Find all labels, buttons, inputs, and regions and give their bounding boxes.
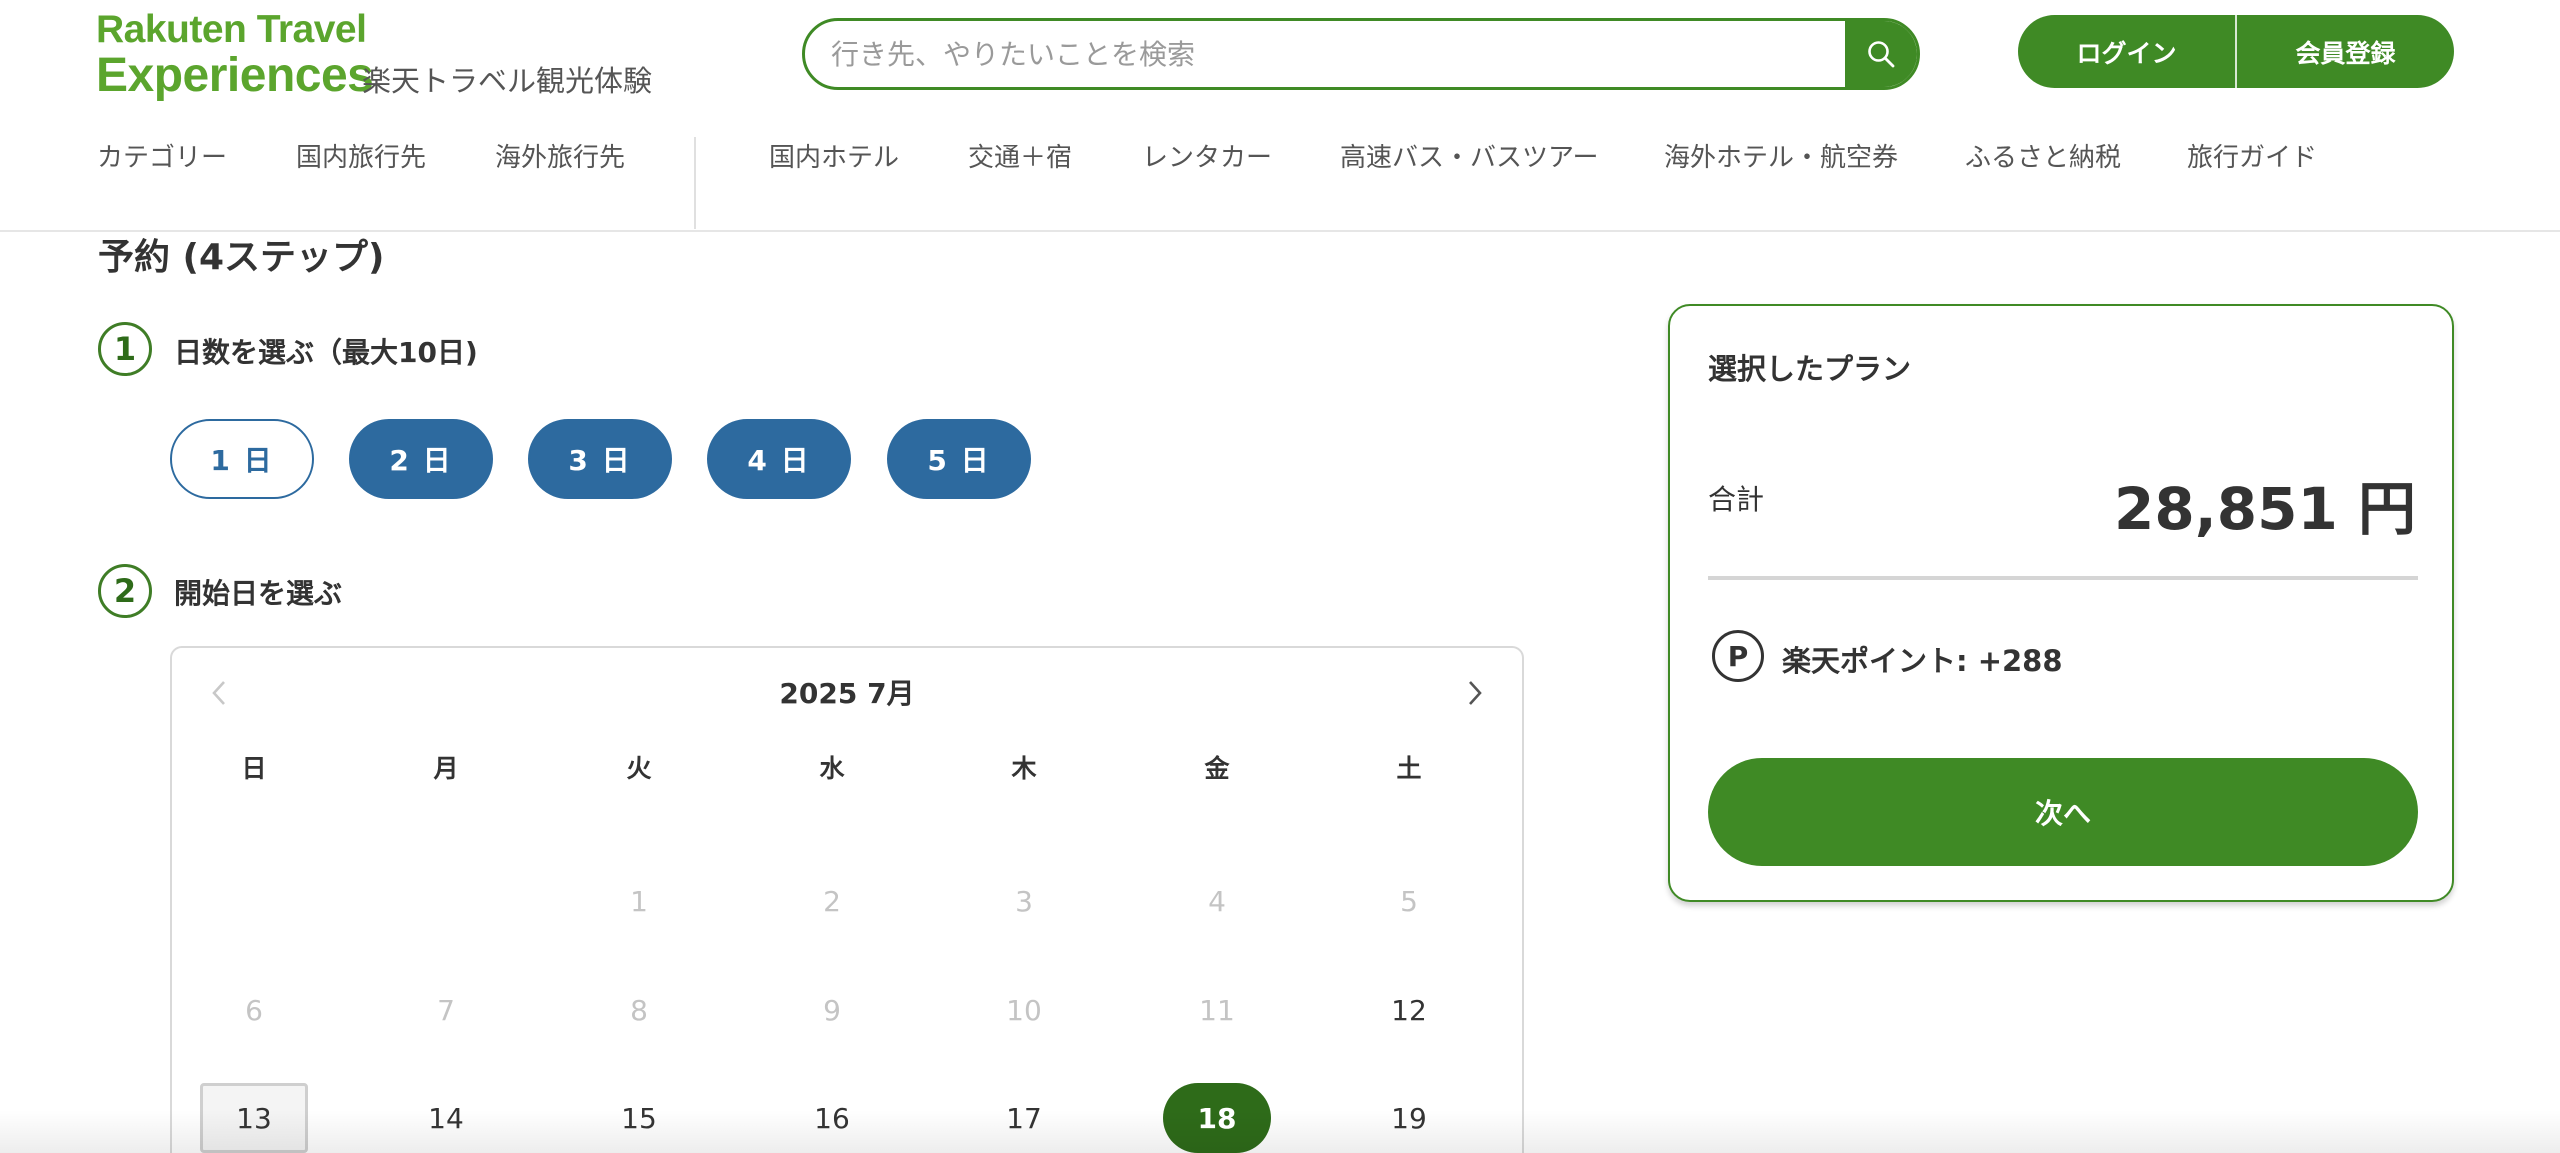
calendar-day-8: 8 [585,975,693,1045]
step-1-label: 日数を選ぶ（最大10日) [174,336,478,369]
search-input[interactable] [805,21,1847,87]
search-button[interactable] [1845,21,1917,87]
calendar-month-label: 2025 7月 [779,677,915,710]
calendar-day-6: 6 [200,975,308,1045]
calendar-day-7: 7 [392,975,500,1045]
calendar-day-11: 11 [1163,975,1271,1045]
next-button[interactable]: 次へ [1708,758,2418,866]
calendar-day-number: 17 [1006,1101,1042,1135]
logo-line2: Experiences [96,49,374,102]
chevron-right-icon [1469,681,1482,705]
weekday-header-sat: 土 [1396,754,1422,783]
step-1-badge: 1 [98,322,152,376]
calendar-day-number: 12 [1391,993,1427,1027]
nav-item-domestic-destinations[interactable]: 国内旅行先 [296,137,426,174]
calendar-day-number: 8 [630,993,648,1027]
search-bar [802,18,1920,90]
calendar-day-number: 2 [823,884,841,918]
day-option-4[interactable]: 4 日 [707,419,851,499]
calendar-day-number: 7 [437,993,455,1027]
logo-subtitle: 楽天トラベル観光体験 [362,64,653,98]
weekday-header-tue: 火 [626,754,652,783]
page-title: 予約 (4ステップ) [98,237,385,278]
nav-item-highway-bus[interactable]: 高速バス・バスツアー [1340,137,1598,174]
calendar-day-9: 9 [778,975,886,1045]
nav-item-rental-car[interactable]: レンタカー [1142,137,1272,174]
auth-divider [2235,15,2237,88]
calendar-day-number: 13 [236,1101,272,1135]
rakuten-point-icon: P [1712,630,1764,682]
calendar-day-17[interactable]: 17 [970,1083,1078,1153]
next-month-button[interactable] [1460,678,1490,708]
weekday-header-sun: 日 [241,754,267,783]
weekday-header-fri: 金 [1204,754,1230,783]
calendar-day-4: 4 [1163,866,1271,936]
nav-divider [694,137,696,229]
calendar-day-number: 11 [1199,993,1235,1027]
day-option-3[interactable]: 3 日 [528,419,672,499]
nav-item-overseas-destinations[interactable]: 海外旅行先 [495,137,625,174]
calendar-day-number: 10 [1006,993,1042,1027]
calendar-day-number: 19 [1391,1101,1427,1135]
calendar-day-14[interactable]: 14 [392,1083,500,1153]
calendar-day-2: 2 [778,866,886,936]
calendar-day-number: 3 [1015,884,1033,918]
selected-plan-card: 選択したプラン 合計 28,851 円 P 楽天ポイント: +288 次へ [1668,304,2454,902]
calendar-day-number: 5 [1400,884,1418,918]
day-option-2[interactable]: 2 日 [349,419,493,499]
calendar-day-number: 1 [630,884,648,918]
weekday-header-wed: 水 [819,754,845,783]
weekday-header-mon: 月 [433,754,459,783]
rakuten-points-earned: 楽天ポイント: +288 [1782,644,2063,678]
total-label: 合計 [1708,483,1765,516]
step-2-badge: 2 [98,564,152,618]
calendar-day-number: 6 [245,993,263,1027]
calendar-day-number: 4 [1208,884,1226,918]
nav-item-travel-guide[interactable]: 旅行ガイド [2187,137,2317,174]
calendar-day-number: 16 [814,1101,850,1135]
calendar-day-3: 3 [970,866,1078,936]
auth-buttons: ログイン 会員登録 [2018,15,2454,88]
calendar-day-16[interactable]: 16 [778,1083,886,1153]
nav-item-domestic-hotels[interactable]: 国内ホテル [769,137,899,174]
nav-item-category[interactable]: カテゴリー [97,137,227,174]
summary-divider [1708,576,2418,580]
login-button[interactable]: ログイン [2018,15,2235,88]
calendar-day-18[interactable]: 18 [1163,1083,1271,1153]
selected-plan-title: 選択したプラン [1708,352,1912,386]
nav-item-transport-hotel[interactable]: 交通＋宿 [968,137,1072,174]
calendar-day-10: 10 [970,975,1078,1045]
step-2-label: 開始日を選ぶ [174,577,343,610]
calendar-day-number: 14 [428,1101,464,1135]
calendar-day-12[interactable]: 12 [1355,975,1463,1045]
calendar-day-number: 9 [823,993,841,1027]
calendar-day-1: 1 [585,866,693,936]
day-option-1[interactable]: 1 日 [170,419,314,499]
calendar-day-13[interactable]: 13 [200,1083,308,1153]
nav-item-furusato-tax[interactable]: ふるさと納税 [1965,137,2121,174]
total-price: 28,851 円 [2113,475,2416,543]
date-picker-calendar: 2025 7月 日月火水木金土 1 2 3 4 5 6 7 8 9 10 11 12 13 14 15 16 17… [170,646,1524,1153]
calendar-day-5: 5 [1355,866,1463,936]
calendar-day-number: 15 [621,1101,657,1135]
calendar-day-number: 18 [1197,1101,1237,1135]
calendar-day-19[interactable]: 19 [1355,1083,1463,1153]
weekday-header-thu: 木 [1011,754,1037,783]
site-header: Rakuten Travel Experiences 楽天トラベル観光体験 ログ… [0,0,2560,232]
register-button[interactable]: 会員登録 [2237,15,2454,88]
logo-line1: Rakuten Travel [96,8,367,51]
calendar-day-15[interactable]: 15 [585,1083,693,1153]
day-option-5[interactable]: 5 日 [887,419,1031,499]
search-icon [1868,41,1895,68]
nav-item-overseas-hotel-flights[interactable]: 海外ホテル・航空券 [1664,137,1898,174]
